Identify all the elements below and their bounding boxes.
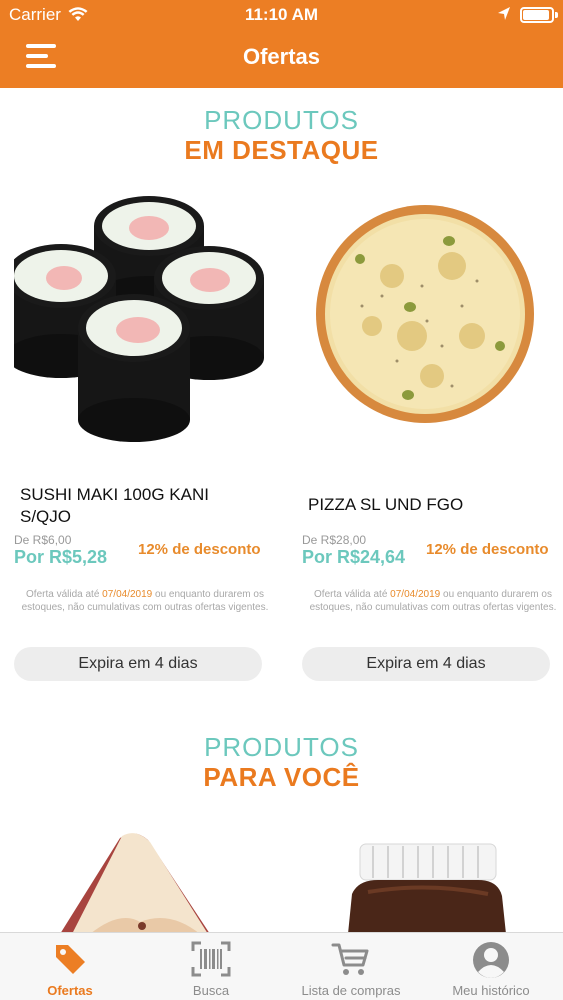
offer-note: Oferta válida até 07/04/2019 ou enquanto… [14,588,276,614]
new-price: Por R$24,64 [302,547,406,567]
expire-button[interactable]: Expira em 4 dias [302,647,550,681]
product-image-ham[interactable] [60,830,220,934]
discount-label: 12% de desconto [138,541,261,558]
old-price: De R$28,00 [302,533,367,547]
tab-label: Busca [192,983,230,998]
for-you-title-line1: PRODUTOS [204,732,359,762]
app-header: Carrier 11:10 AM Ofertas [0,0,563,88]
location-arrow-icon [498,7,510,20]
tab-label: Meu histórico [452,983,530,998]
product-image-sushi [14,196,264,442]
product-image-pizza [316,205,534,423]
discount-label: 12% de desconto [426,541,549,558]
offer-note: Oferta válida até 07/04/2019 ou enquanto… [302,588,563,614]
tab-ofertas[interactable]: Ofertas [0,933,140,1000]
offers-screen: Carrier 11:10 AM Ofertas PRODUTOS EM DES… [0,0,563,1000]
battery-icon [520,7,554,23]
tab-label: Lista de compras [301,983,401,998]
for-you-title-line2: PARA VOCÊ [203,762,360,792]
for-you-section-title: PRODUTOS PARA VOCÊ [0,732,563,792]
featured-title-line2: EM DESTAQUE [184,135,379,165]
tab-lista-de-compras[interactable]: Lista de compras [281,933,421,1000]
tag-icon [56,945,85,974]
offer-note-text: Oferta válida até [314,589,391,600]
shopping-cart-icon [331,943,369,975]
product-card[interactable]: PIZZA SL UND FGO De R$28,00 Por R$24,64 … [302,196,563,686]
featured-section-title: PRODUTOS EM DESTAQUE [0,105,563,165]
battery-tip [555,12,558,18]
offer-note-text: Oferta válida até [26,589,103,600]
tab-busca[interactable]: Busca [141,933,281,1000]
offer-date: 07/04/2019 [102,589,153,600]
product-name: SUSHI MAKI 100G KANI S/QJO [20,485,209,526]
tab-meu-historico[interactable]: Meu histórico [421,933,561,1000]
product-name: PIZZA SL UND FGO [308,495,464,514]
status-bar: Carrier 11:10 AM [0,0,563,30]
new-price: Por R$5,28 [14,547,108,567]
bottom-tab-bar: Ofertas Busca Lista de compras Meu histó… [0,932,563,1000]
product-image-spread-jar[interactable] [338,840,508,934]
page-title: Ofertas [242,44,321,69]
offer-date: 07/04/2019 [390,589,441,600]
featured-title-line1: PRODUTOS [204,105,359,135]
product-card[interactable]: SUSHI MAKI 100G KANI S/QJO De R$6,00 Por… [14,196,276,686]
user-avatar-icon [473,942,509,978]
old-price: De R$6,00 [14,533,72,547]
clock: 11:10 AM [244,5,319,24]
tab-label: Ofertas [47,983,93,998]
barcode-scan-icon [191,941,231,977]
expire-button[interactable]: Expira em 4 dias [14,647,262,681]
